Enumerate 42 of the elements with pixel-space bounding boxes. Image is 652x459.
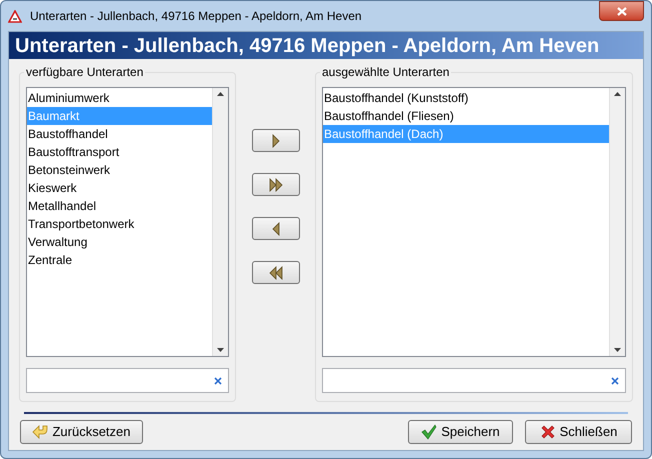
close-icon [616,6,626,16]
panel-label: verfügbare Unterarten [24,65,146,79]
double-arrow-right-icon [268,178,282,192]
filter-field[interactable] [26,368,229,393]
panel-label: ausgewählte Unterarten [320,65,452,79]
scrollbar[interactable] [609,88,625,356]
list-item[interactable]: Transportbetonwerk [27,215,212,233]
arrow-left-icon [272,222,280,236]
list-item[interactable]: Metallhandel [27,197,212,215]
arrow-right-icon [272,134,280,148]
filter-field[interactable] [322,368,626,393]
list-item[interactable]: Kieswerk [27,179,212,197]
header-banner: Unterarten - Jullenbach, 49716 Meppen - Apeldorn, Am Heven [9,32,643,59]
scrollbar[interactable] [212,88,228,356]
list-item[interactable]: Betonsteinwerk [27,161,212,179]
list-item[interactable]: Verwaltung [27,233,212,251]
list-item[interactable]: Aluminiumwerk [27,89,212,107]
double-arrow-left-icon [268,266,282,280]
window-title: Unterarten - Jullenbach, 49716 Meppen - Apeldorn, Am Heven [30,8,363,25]
list-item[interactable]: Baustoffhandel (Kunststoff) [323,89,609,107]
move-button[interactable] [252,129,300,152]
list-item[interactable]: Zentrale [27,251,212,269]
clear-icon[interactable] [611,376,619,384]
move-button[interactable] [252,173,300,196]
scroll-up-icon [614,92,621,96]
curved-arrow-icon [32,424,48,440]
close-icon [540,424,556,440]
move-button[interactable] [252,217,300,240]
list-item[interactable]: Baustofftransport [27,143,212,161]
scroll-up-icon [217,92,224,96]
move-button[interactable] [252,261,300,284]
save-button[interactable]: Speichern [408,420,513,444]
scroll-down-icon [217,348,224,352]
warning-triangle-icon [8,10,22,22]
close-button[interactable] [599,1,644,21]
list-item[interactable]: Baustoffhandel [27,125,212,143]
list-item[interactable]: Baustoffhandel (Fliesen) [323,107,609,125]
reset-button[interactable]: Zurücksetzen [20,420,143,444]
close-button[interactable]: Schließen [525,420,632,444]
scroll-down-icon [614,348,621,352]
checkmark-icon [421,424,438,440]
clear-icon[interactable] [214,376,222,384]
